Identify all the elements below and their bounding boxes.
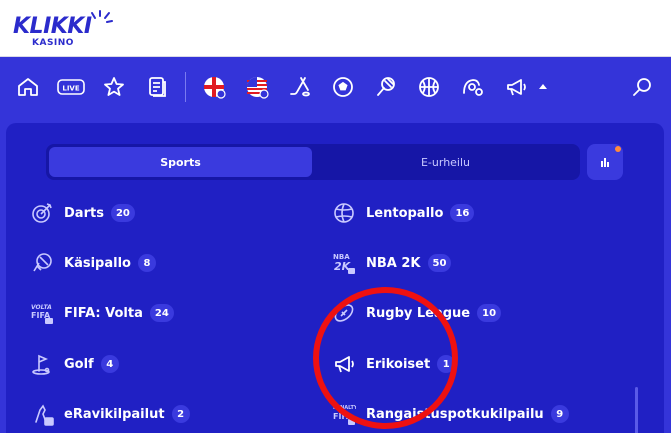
nba2k-icon: NBA 2K xyxy=(330,249,358,277)
count-badge: 8 xyxy=(137,254,156,272)
football-icon[interactable] xyxy=(329,73,357,101)
content-area: Sports E-urheilu Darts 20 Käsipallo 8 VO… xyxy=(0,117,671,433)
handball-icon xyxy=(28,249,56,277)
list-item-darts[interactable]: Darts 20 xyxy=(28,199,135,227)
list-item-label: Rangaistuspotkukilpailu xyxy=(366,406,544,422)
count-badge: 24 xyxy=(149,304,174,322)
chevron-up-icon[interactable] xyxy=(539,84,547,89)
england-flag-icon[interactable] xyxy=(200,73,228,101)
list-item-label: Lentopallo xyxy=(366,205,444,221)
list-item-label: Golf xyxy=(64,356,94,372)
count-badge: 10 xyxy=(477,304,502,322)
list-item-label: FIFA: Volta xyxy=(64,305,143,321)
sports-panel: Sports E-urheilu Darts 20 Käsipallo 8 VO… xyxy=(6,123,664,433)
list-item-label: eRavikilpailut xyxy=(64,406,165,422)
trotting-icon[interactable] xyxy=(458,73,486,101)
sport-nav-bar: LIVE xyxy=(0,57,671,117)
list-item-label: NBA 2K xyxy=(366,255,421,271)
usa-flag-icon[interactable] xyxy=(243,73,271,101)
list-item-label: Erikoiset xyxy=(366,356,431,372)
count-badge: 20 xyxy=(110,204,135,222)
virtual-trotting-icon xyxy=(28,400,56,428)
list-item-specials[interactable]: Erikoiset 1 xyxy=(330,350,456,378)
sport-type-switch: Sports E-urheilu xyxy=(46,144,580,180)
list-item-nba2k[interactable]: NBA 2K NBA 2K 50 xyxy=(330,249,452,277)
brand-name: KLIKKI xyxy=(13,14,92,39)
svg-text:PENALTY: PENALTY xyxy=(333,405,356,411)
list-item-rugby-league[interactable]: Rugby League 10 xyxy=(330,299,502,327)
count-badge: 16 xyxy=(450,204,475,222)
count-badge: 2 xyxy=(171,405,190,423)
notification-dot xyxy=(615,146,621,152)
fifa-volta-icon: VOLTA FIFA xyxy=(28,299,56,327)
svg-text:VOLTA: VOLTA xyxy=(31,304,52,311)
list-item-label: Käsipallo xyxy=(64,255,131,271)
tab-esports[interactable]: E-urheilu xyxy=(314,147,577,177)
search-icon[interactable] xyxy=(628,73,656,101)
live-icon[interactable]: LIVE xyxy=(57,73,85,101)
megaphone-icon xyxy=(330,350,358,378)
brand-sub: KASINO xyxy=(32,38,74,48)
list-item-golf[interactable]: Golf 4 xyxy=(28,350,119,378)
list-item-penalty-shootout[interactable]: PENALTY FIFA Rangaistuspotkukilpailu 9 xyxy=(330,400,569,428)
home-icon[interactable] xyxy=(14,73,42,101)
list-item-virtual-trotting[interactable]: eRavikilpailut 2 xyxy=(28,400,190,428)
golf-icon xyxy=(28,350,56,378)
bar-chart-icon xyxy=(601,158,609,167)
statistics-button[interactable] xyxy=(587,144,623,180)
count-badge: 1 xyxy=(437,355,456,373)
basketball-icon[interactable] xyxy=(415,73,443,101)
tennis-icon[interactable] xyxy=(372,73,400,101)
list-item-label: Rugby League xyxy=(366,305,471,321)
top-bar: KLIKKI KASINO xyxy=(0,0,671,57)
list-item-handball[interactable]: Käsipallo 8 xyxy=(28,249,156,277)
live-label: LIVE xyxy=(62,85,79,93)
brand-logo[interactable]: KLIKKI KASINO xyxy=(13,10,113,50)
hockey-icon[interactable] xyxy=(286,73,314,101)
nav-divider xyxy=(185,72,186,102)
count-badge: 9 xyxy=(550,405,569,423)
spark-icon xyxy=(91,10,113,23)
fifa-penalty-icon: PENALTY FIFA xyxy=(330,400,358,428)
specials-icon[interactable] xyxy=(502,73,530,101)
list-item-label: Darts xyxy=(64,205,104,221)
list-item-volleyball[interactable]: Lentopallo 16 xyxy=(330,199,475,227)
scrollbar[interactable] xyxy=(635,387,638,433)
betslip-icon[interactable] xyxy=(143,73,171,101)
volleyball-icon xyxy=(330,199,358,227)
rugby-icon xyxy=(330,299,358,327)
tab-sports[interactable]: Sports xyxy=(49,147,312,177)
star-icon[interactable] xyxy=(100,73,128,101)
count-badge: 4 xyxy=(100,355,119,373)
count-badge: 50 xyxy=(427,254,452,272)
list-item-fifa-volta[interactable]: VOLTA FIFA FIFA: Volta 24 xyxy=(28,299,174,327)
darts-icon xyxy=(28,199,56,227)
